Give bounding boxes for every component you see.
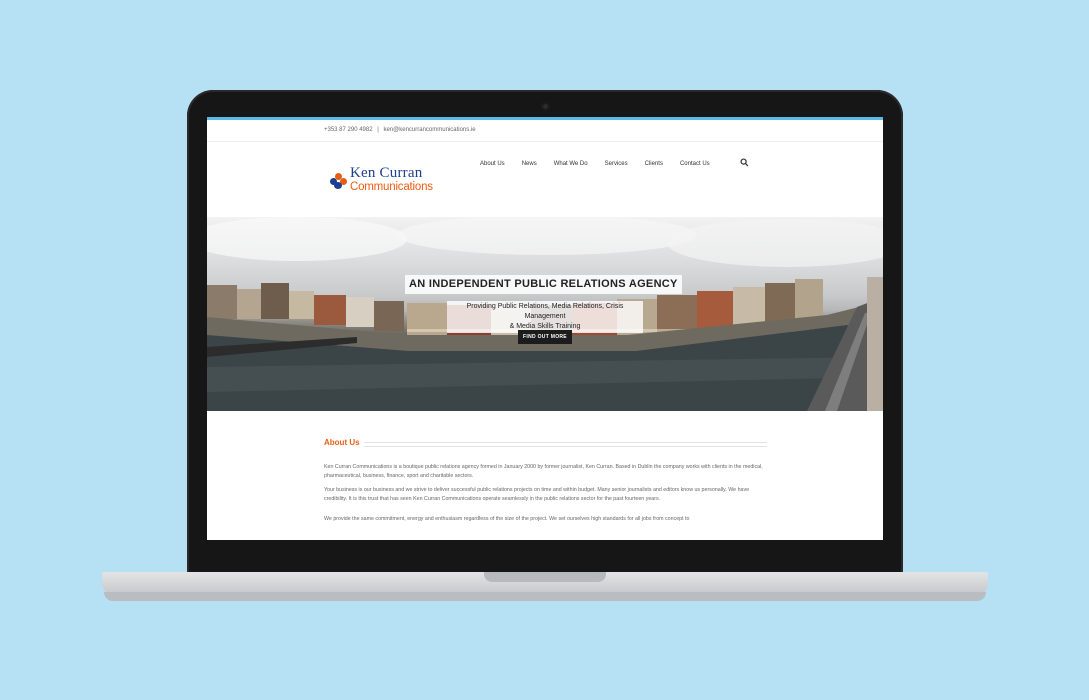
laptop-screen: +353 87 290 4982 | ken@kencurrancommunic… [207, 117, 883, 540]
contact-bar: +353 87 290 4982 | ken@kencurrancommunic… [207, 120, 883, 142]
contact-email[interactable]: ken@kencurrancommunications.ie [383, 127, 475, 133]
nav-item-about-us[interactable]: About Us [480, 158, 505, 170]
logo-line2: Communications [350, 181, 433, 193]
nav-item-news[interactable]: News [522, 158, 537, 170]
about-heading: About Us [324, 438, 360, 447]
nav-item-clients[interactable]: Clients [645, 158, 663, 170]
hero-banner: AN INDEPENDENT PUBLIC RELATIONS AGENCY P… [207, 217, 883, 411]
hero-subtitle-line1: Providing Public Relations, Media Relati… [466, 303, 624, 320]
about-paragraph: Ken Curran Communications is a boutique … [324, 464, 763, 479]
site-header: Ken Curran Communications About Us News … [207, 142, 883, 218]
nav-item-contact-us[interactable]: Contact Us [680, 158, 710, 170]
people-group-icon [330, 173, 348, 189]
site-logo[interactable]: Ken Curran Communications [330, 165, 445, 197]
main-nav: About Us News What We Do Services Client… [480, 158, 727, 170]
about-paragraph: We provide the same commitment, energy a… [324, 516, 690, 523]
hero-title: AN INDEPENDENT PUBLIC RELATIONS AGENCY [405, 275, 682, 294]
contact-separator: | [377, 127, 379, 133]
nav-item-services[interactable]: Services [605, 158, 628, 170]
hero-subtitle: Providing Public Relations, Media Relati… [447, 301, 643, 333]
find-out-more-button[interactable]: FIND OUT MORE [518, 330, 572, 344]
laptop-base-shadow [104, 592, 986, 601]
nav-item-what-we-do[interactable]: What We Do [554, 158, 588, 170]
laptop-notch [484, 572, 606, 582]
about-text: Ken Curran Communications is a boutique … [324, 463, 768, 530]
about-divider [364, 442, 767, 447]
contact-info: +353 87 290 4982 | ken@kencurrancommunic… [324, 127, 476, 133]
search-icon[interactable] [740, 158, 749, 167]
camera-icon [541, 102, 550, 111]
logo-line1: Ken Curran [350, 165, 423, 181]
contact-phone[interactable]: +353 87 290 4982 [324, 127, 373, 133]
about-paragraph: Your business is our business and we str… [324, 487, 750, 502]
